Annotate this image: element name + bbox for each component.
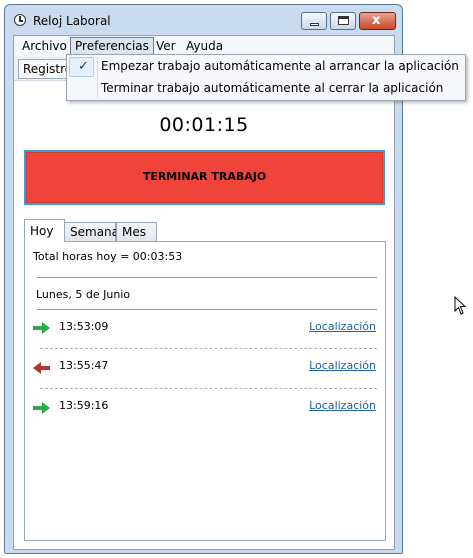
menu-item-auto-stop[interactable]: Terminar trabajo automáticamente al cerr… xyxy=(101,81,443,95)
location-link[interactable]: Localización xyxy=(309,320,376,333)
elapsed-timer: 00:01:15 xyxy=(159,114,249,136)
close-button[interactable]: x xyxy=(359,12,396,30)
menu-ver[interactable]: Ver xyxy=(152,38,180,54)
divider xyxy=(37,277,377,278)
menu-ayuda[interactable]: Ayuda xyxy=(182,38,227,54)
preferences-dropdown: ✓ Empezar trabajo automáticamente al arr… xyxy=(66,54,466,101)
stop-work-button[interactable]: TERMINAR TRABAJO xyxy=(24,150,385,205)
total-hours-today: Total horas hoy = 00:03:53 xyxy=(33,250,183,263)
window-title: Reloj Laboral xyxy=(33,14,111,28)
red-arrow-left-icon xyxy=(33,362,50,374)
tab-semana[interactable]: Semana xyxy=(64,222,119,241)
close-icon: x xyxy=(372,13,381,28)
tab-mes[interactable]: Mes xyxy=(116,222,157,241)
minimize-button[interactable] xyxy=(301,12,327,30)
title-bar[interactable]: Reloj Laboral x xyxy=(5,5,402,35)
location-link[interactable]: Localización xyxy=(309,359,376,372)
entry-time: 13:55:47 xyxy=(59,359,109,372)
maximize-icon xyxy=(338,16,349,25)
entry-time: 13:53:09 xyxy=(59,320,109,333)
green-arrow-right-icon xyxy=(33,402,50,414)
menu-gutter-divider xyxy=(97,57,98,98)
stop-work-label: TERMINAR TRABAJO xyxy=(142,170,267,183)
green-arrow-right-icon xyxy=(33,322,50,334)
entry-time: 13:59:16 xyxy=(59,399,109,412)
checkmark-box: ✓ xyxy=(69,57,94,77)
maximize-button[interactable] xyxy=(330,12,356,30)
client-area: Archivo Preferencias Ver Ayuda Registro … xyxy=(13,35,395,550)
menu-item-auto-start[interactable]: Empezar trabajo automáticamente al arran… xyxy=(101,59,459,73)
minimize-icon xyxy=(310,23,319,26)
clock-icon xyxy=(14,14,26,26)
checkmark-icon: ✓ xyxy=(78,59,89,74)
menu-bar: Archivo Preferencias Ver Ayuda xyxy=(14,36,394,56)
day-date: Lunes, 5 de Junio xyxy=(36,288,131,301)
menu-archivo[interactable]: Archivo xyxy=(18,38,71,54)
entry-separator xyxy=(40,348,377,349)
mouse-pointer-icon xyxy=(454,296,467,315)
tab-hoy[interactable]: Hoy xyxy=(24,219,65,242)
entry-separator xyxy=(40,388,377,389)
location-link[interactable]: Localización xyxy=(309,399,376,412)
today-panel: Total horas hoy = 00:03:53 Lunes, 5 de J… xyxy=(24,241,386,541)
menu-preferencias[interactable]: Preferencias xyxy=(70,37,154,55)
divider xyxy=(37,309,377,310)
